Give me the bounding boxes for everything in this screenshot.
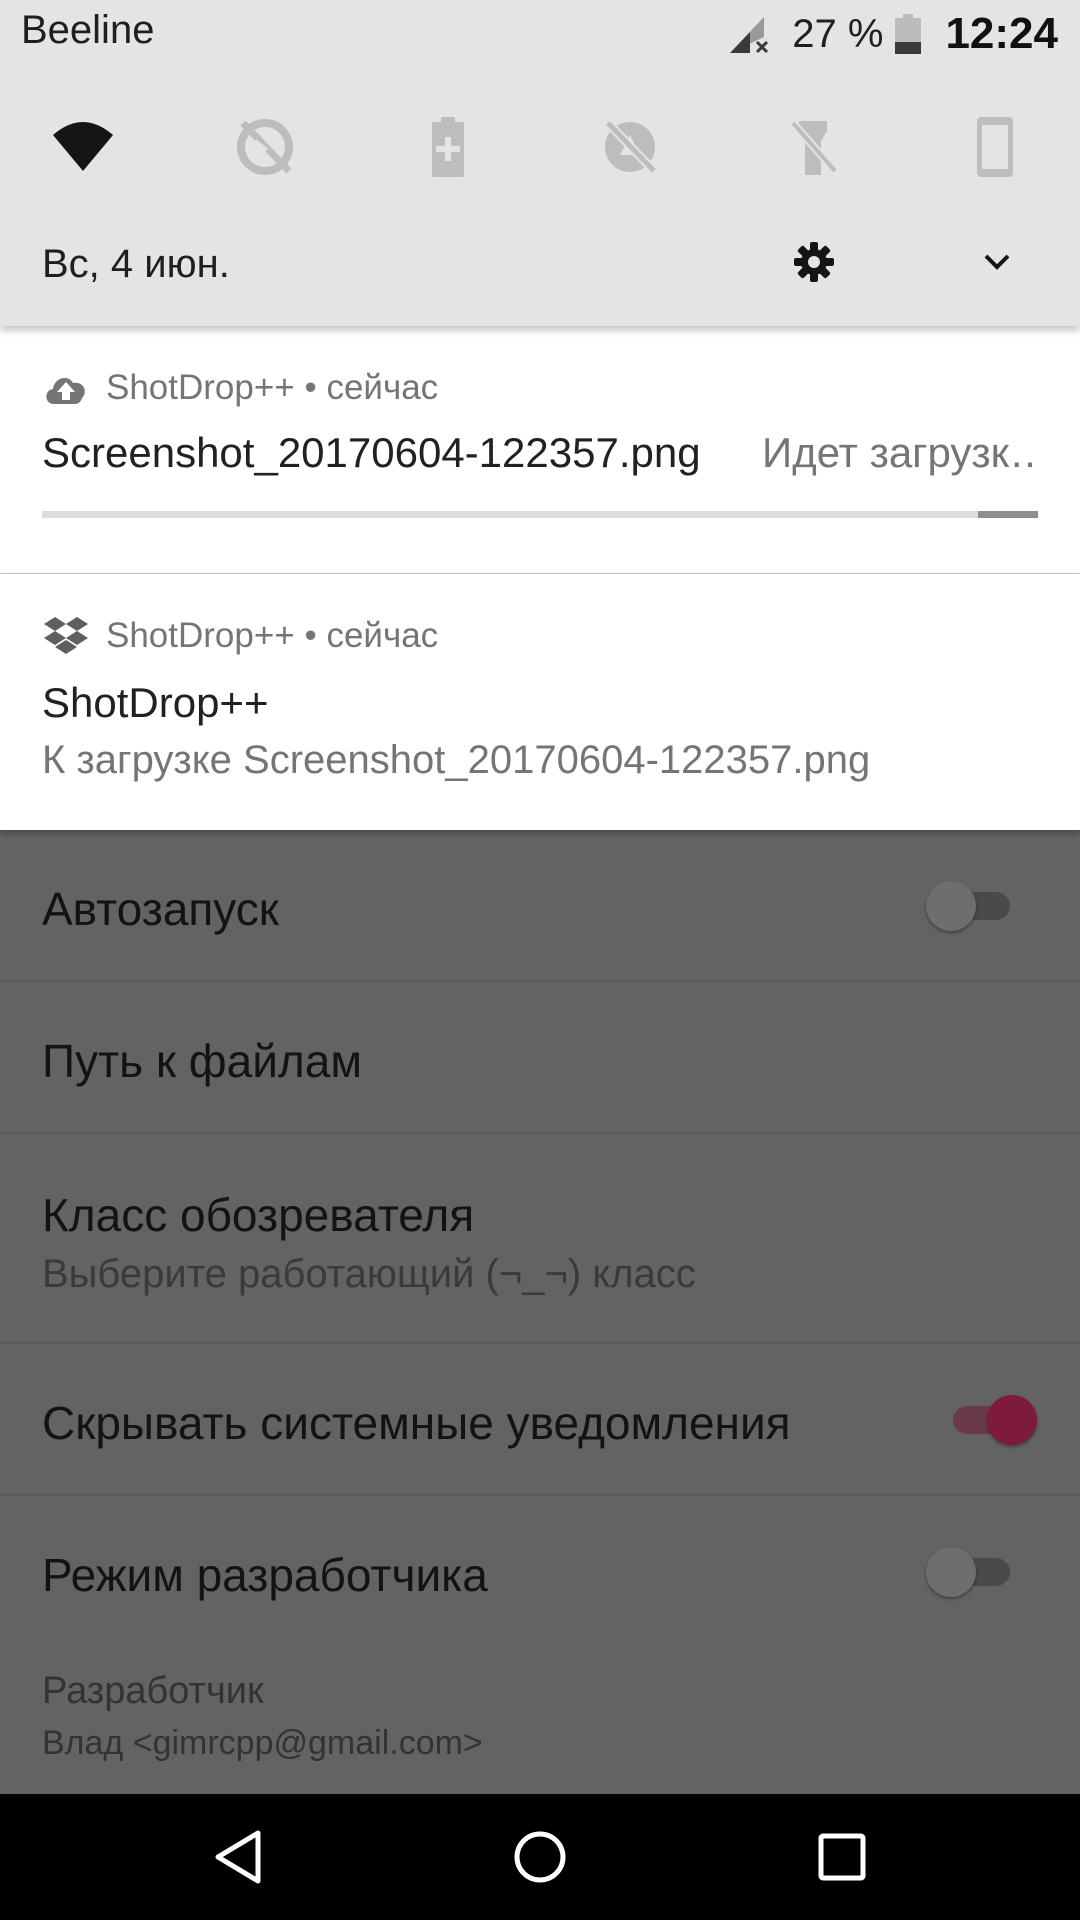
gear-icon[interactable]: [792, 240, 836, 284]
recents-icon: [818, 1833, 866, 1881]
upload-progress-fill: [978, 511, 1038, 518]
chevron-down-icon[interactable]: [975, 240, 1019, 284]
developer-value[interactable]: Влад <gimrcpp@gmail.com>: [42, 1724, 483, 1763]
signal-no-data-icon: [730, 17, 769, 54]
queued-notification[interactable]: ShotDrop++ • сейчас ShotDrop++ К загрузк…: [0, 574, 1080, 830]
back-button[interactable]: [210, 1827, 270, 1887]
notification-header: ShotDrop++ • сейчас: [42, 616, 438, 656]
quick-tile-wifi[interactable]: [48, 112, 118, 182]
notification-shade: Beeline 27 % 12:24 Вс, 4 июн.: [0, 0, 1080, 326]
switch-thumb: [926, 881, 976, 931]
pref-autostart[interactable]: Автозапуск: [0, 830, 1080, 982]
developer-mode-switch[interactable]: [926, 1544, 1018, 1598]
autostart-switch[interactable]: [926, 878, 1018, 932]
clock: 12:24: [945, 9, 1058, 58]
pref-title: Режим разработчика: [42, 1549, 488, 1601]
quick-tile-battery-saver[interactable]: [413, 112, 483, 182]
pref-developer-mode[interactable]: Режим разработчика: [0, 1496, 1080, 1646]
navigation-bar: [0, 1794, 1080, 1920]
notification-title: ShotDrop++: [42, 679, 269, 726]
location-off-icon: [604, 119, 658, 175]
date-row: Вс, 4 июн.: [0, 230, 1080, 300]
developer-label: Разработчик: [42, 1670, 264, 1712]
status-bar: Beeline 27 % 12:24: [0, 0, 1080, 68]
pref-title: Класс обозревателя: [42, 1189, 475, 1241]
recents-button[interactable]: [812, 1827, 872, 1887]
pref-browser-class[interactable]: Класс обозревателя Выберите работающий (…: [0, 1134, 1080, 1344]
pref-file-path[interactable]: Путь к файлам: [0, 982, 1080, 1134]
quick-tile-location[interactable]: [595, 112, 665, 182]
battery-saver-icon: [432, 117, 464, 177]
hide-notifications-switch[interactable]: [945, 1392, 1037, 1446]
home-icon: [514, 1831, 566, 1883]
sync-off-icon: [237, 119, 293, 175]
switch-thumb: [987, 1395, 1037, 1445]
auto-rotate-icon: [977, 117, 1013, 177]
upload-notification[interactable]: ShotDrop++ • сейчас Screenshot_20170604-…: [0, 326, 1080, 574]
status-icons: 27 % 12:24: [728, 6, 1058, 62]
cloud-upload-icon: [46, 378, 85, 404]
upload-status: Идет загрузк…: [762, 429, 1038, 476]
notification-app-line: ShotDrop++ • сейчас: [106, 368, 439, 407]
home-button[interactable]: [510, 1827, 570, 1887]
notification-title: Screenshot_20170604-122357.png: [42, 429, 701, 476]
notification-body: К загрузке Screenshot_20170604-122357.pn…: [42, 738, 871, 782]
notification-app-line: ShotDrop++ • сейчас: [106, 616, 439, 655]
flashlight-off-icon: [789, 120, 839, 175]
dropbox-icon: [44, 617, 88, 654]
back-icon: [215, 1830, 261, 1884]
switch-thumb: [926, 1547, 976, 1597]
battery-percent: 27 %: [792, 11, 884, 56]
quick-settings-row: [0, 112, 1080, 182]
battery-icon: [895, 14, 922, 54]
pref-summary: Выберите работающий (¬_¬) класс: [42, 1252, 696, 1296]
wifi-icon: [53, 122, 113, 171]
quick-tile-flashlight[interactable]: [778, 112, 848, 182]
pref-title: Скрывать системные уведомления: [42, 1397, 791, 1449]
upload-progress-bar: [42, 511, 1038, 518]
carrier-name: Beeline: [21, 8, 155, 52]
pref-title: Путь к файлам: [42, 1035, 362, 1087]
quick-tile-sync[interactable]: [230, 112, 300, 182]
notification-header: ShotDrop++ • сейчас: [42, 368, 438, 408]
date-text[interactable]: Вс, 4 июн.: [42, 242, 230, 287]
pref-hide-system-notifications[interactable]: Скрывать системные уведомления: [0, 1344, 1080, 1496]
pref-title: Автозапуск: [42, 883, 279, 935]
quick-tile-rotation[interactable]: [960, 112, 1030, 182]
